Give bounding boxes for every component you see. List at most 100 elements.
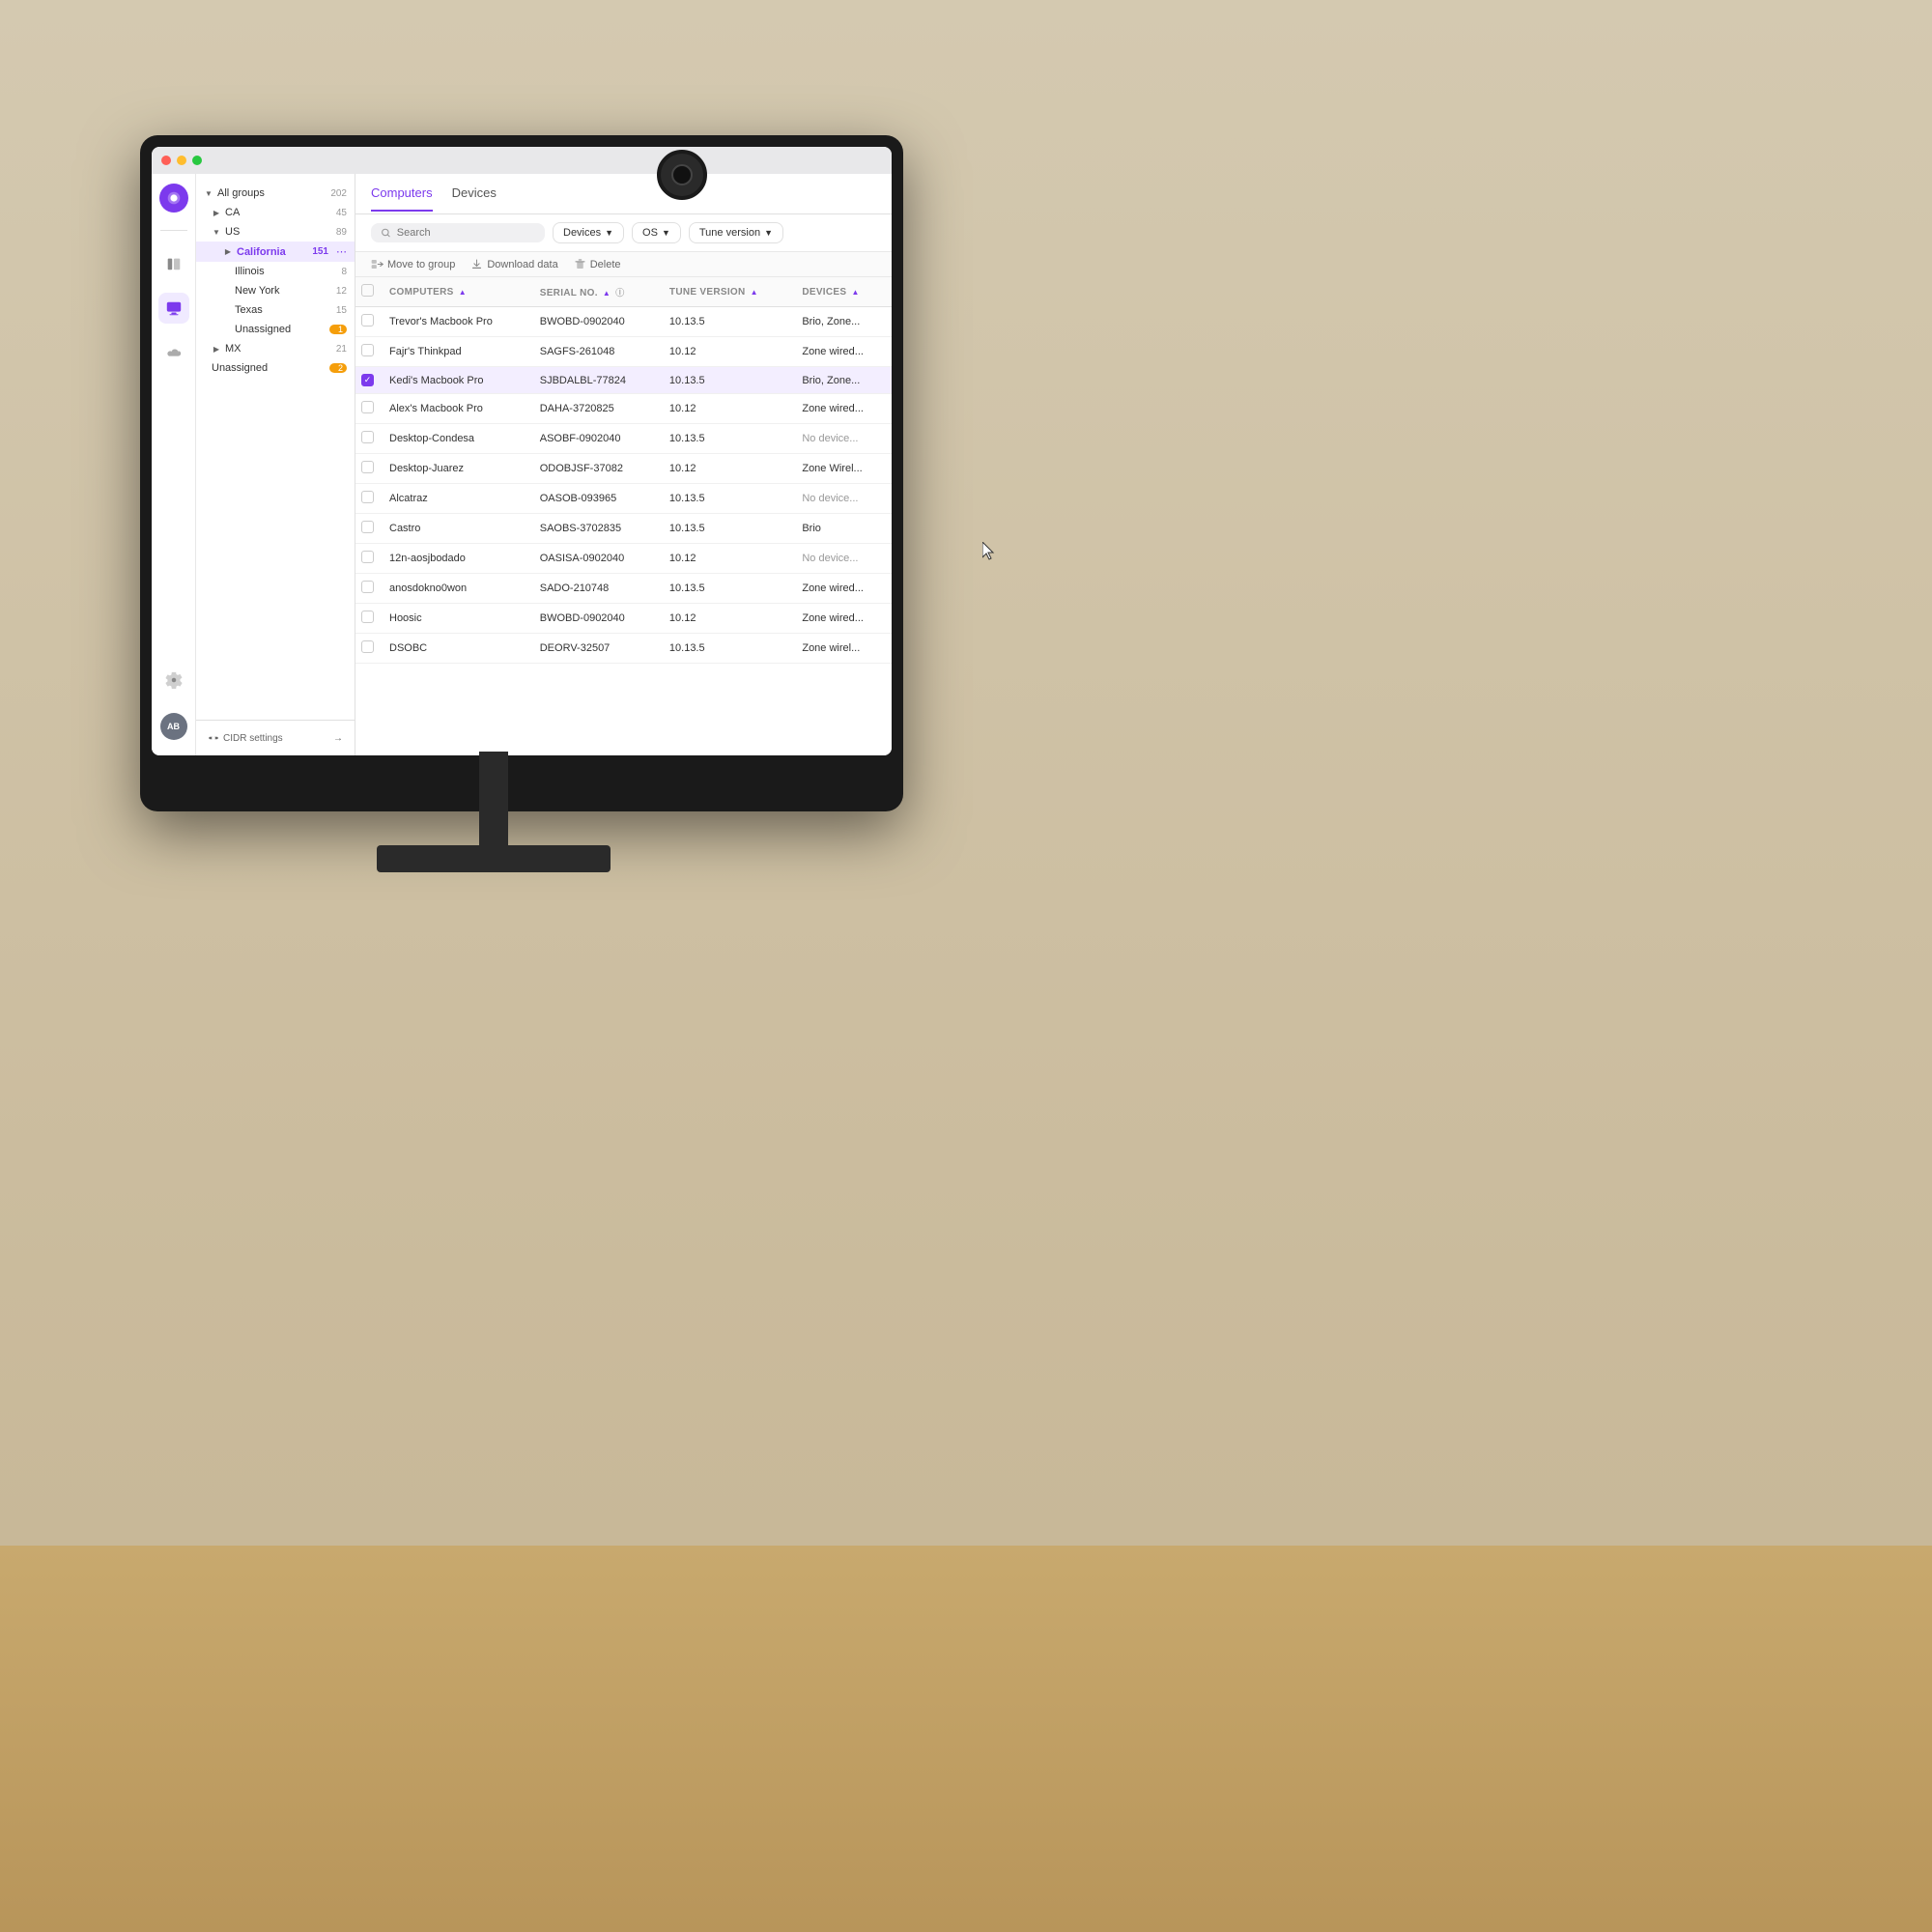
search-box[interactable]: [371, 223, 545, 242]
serial-sort-arrow: ▲: [603, 289, 611, 298]
row-checkbox-cell[interactable]: [355, 394, 380, 424]
row-checkbox-cell[interactable]: [355, 337, 380, 367]
table-row[interactable]: Hoosic BWOBD-0902040 10.12 Zone wired...: [355, 604, 892, 634]
tab-devices[interactable]: Devices: [452, 176, 497, 212]
table-row[interactable]: DSOBC DEORV-32507 10.13.5 Zone wirel...: [355, 634, 892, 664]
row-checkbox[interactable]: [361, 344, 374, 356]
row-devices: Brio, Zone...: [792, 307, 892, 337]
row-checkbox-cell[interactable]: [355, 544, 380, 574]
tree-item-texas[interactable]: Texas 15: [196, 300, 355, 320]
row-devices: Zone wirel...: [792, 634, 892, 664]
user-avatar[interactable]: AB: [160, 713, 187, 740]
sidebar-nav-icons: AB: [152, 174, 196, 755]
table-row[interactable]: Fajr's Thinkpad SAGFS-261048 10.12 Zone …: [355, 337, 892, 367]
sidebar-tree: ▼ All groups 202 ▶ CA 45 ▼ US 89: [196, 174, 355, 755]
devices-filter-button[interactable]: Devices ▼: [553, 222, 624, 243]
row-checkbox[interactable]: [361, 314, 374, 327]
delete-button[interactable]: Delete: [574, 258, 621, 270]
os-close-dot: [161, 156, 171, 165]
monitor: AB ▼ All groups 202 ▶ CA 45: [140, 135, 903, 811]
mx-label: MX: [225, 343, 242, 355]
user-initials: AB: [167, 722, 180, 731]
search-input[interactable]: [397, 227, 535, 239]
row-tune-version: 10.13.5: [660, 634, 792, 664]
os-filter-button[interactable]: OS ▼: [632, 222, 681, 243]
row-checkbox[interactable]: [361, 551, 374, 563]
table-row[interactable]: Alcatraz OASOB-093965 10.13.5 No device.…: [355, 484, 892, 514]
move-to-group-label: Move to group: [387, 259, 455, 270]
download-data-button[interactable]: Download data: [470, 258, 557, 270]
row-tune-version: 10.12: [660, 544, 792, 574]
col-serial-no[interactable]: Serial No. ▲ ⓘ: [530, 277, 660, 307]
row-devices: Zone wired...: [792, 604, 892, 634]
row-checkbox[interactable]: [361, 640, 374, 653]
row-checkbox[interactable]: [361, 581, 374, 593]
tree-item-us[interactable]: ▼ US 89: [196, 222, 355, 242]
row-tune-version: 10.12: [660, 337, 792, 367]
row-checkbox-cell[interactable]: [355, 484, 380, 514]
tree-item-unassigned-us[interactable]: Unassigned 1: [196, 320, 355, 339]
table-row[interactable]: Desktop-Condesa ASOBF-0902040 10.13.5 No…: [355, 424, 892, 454]
table-row[interactable]: Alex's Macbook Pro DAHA-3720825 10.12 Zo…: [355, 394, 892, 424]
tune-version-filter-button[interactable]: Tune version ▼: [689, 222, 783, 243]
california-more-icon[interactable]: ⋯: [336, 245, 347, 258]
row-checkbox-cell[interactable]: [355, 604, 380, 634]
tree-all-groups[interactable]: ▼ All groups 202: [196, 184, 355, 203]
col-devices[interactable]: Devices ▲: [792, 277, 892, 307]
row-checkbox-cell[interactable]: [355, 514, 380, 544]
download-data-label: Download data: [487, 259, 557, 270]
row-serial-no: SAGFS-261048: [530, 337, 660, 367]
table-row[interactable]: Trevor's Macbook Pro BWOBD-0902040 10.13…: [355, 307, 892, 337]
app-logo[interactable]: [159, 184, 188, 213]
tree-item-mx[interactable]: ▶ MX 21: [196, 339, 355, 358]
row-checkbox-cell[interactable]: ✓: [355, 367, 380, 394]
row-checkbox-cell[interactable]: [355, 454, 380, 484]
books-icon: [165, 255, 183, 272]
table-row[interactable]: anosdokno0won SADO-210748 10.13.5 Zone w…: [355, 574, 892, 604]
row-checkbox-cell[interactable]: [355, 574, 380, 604]
cidr-label: CIDR settings: [223, 733, 283, 744]
row-checkbox[interactable]: [361, 401, 374, 413]
row-computer-name: DSOBC: [380, 634, 530, 664]
computer-icon: [165, 299, 183, 317]
tune-sort-arrow: ▲: [751, 288, 758, 297]
row-checkbox[interactable]: [361, 431, 374, 443]
row-checkbox-cell[interactable]: [355, 307, 380, 337]
tree-item-illinois[interactable]: Illinois 8: [196, 262, 355, 281]
select-all-header[interactable]: [355, 277, 380, 307]
sidebar-item-computers[interactable]: [158, 293, 189, 324]
tree-item-california[interactable]: ▶ California 151 ⋯: [196, 242, 355, 262]
table-row[interactable]: ✓ Kedi's Macbook Pro SJBDALBL-77824 10.1…: [355, 367, 892, 394]
table-row[interactable]: Desktop-Juarez ODOBJSF-37082 10.12 Zone …: [355, 454, 892, 484]
row-computer-name: Desktop-Juarez: [380, 454, 530, 484]
cidr-settings-button[interactable]: CIDR settings →: [204, 728, 347, 748]
select-all-checkbox[interactable]: [361, 284, 374, 297]
row-checkbox[interactable]: [361, 491, 374, 503]
row-checkbox-cell[interactable]: [355, 424, 380, 454]
unassigned-root-label: Unassigned: [212, 362, 268, 374]
tree-item-new-york[interactable]: New York 12: [196, 281, 355, 300]
app-layout: AB ▼ All groups 202 ▶ CA 45: [152, 174, 892, 755]
row-checkbox[interactable]: [361, 611, 374, 623]
sidebar-item-cloud[interactable]: [158, 337, 189, 368]
col-tune-version[interactable]: Tune Version ▲: [660, 277, 792, 307]
texas-count: 15: [329, 305, 347, 316]
row-checkbox-cell[interactable]: [355, 634, 380, 664]
row-checkbox[interactable]: [361, 521, 374, 533]
row-serial-no: DEORV-32507: [530, 634, 660, 664]
row-serial-no: BWOBD-0902040: [530, 307, 660, 337]
row-checkbox[interactable]: [361, 461, 374, 473]
settings-button[interactable]: [160, 667, 187, 694]
tree-item-unassigned-root[interactable]: Unassigned 2: [196, 358, 355, 378]
sidebar-item-books[interactable]: [158, 248, 189, 279]
row-serial-no: ODOBJSF-37082: [530, 454, 660, 484]
us-expand-arrow: ▼: [212, 227, 221, 237]
cloud-icon: [165, 344, 183, 361]
row-checkbox[interactable]: ✓: [361, 374, 374, 386]
move-to-group-button[interactable]: Move to group: [371, 258, 455, 270]
col-computers[interactable]: Computers ▲: [380, 277, 530, 307]
table-row[interactable]: Castro SAOBS-3702835 10.13.5 Brio: [355, 514, 892, 544]
tree-item-ca[interactable]: ▶ CA 45: [196, 203, 355, 222]
tab-computers[interactable]: Computers: [371, 176, 433, 212]
table-row[interactable]: 12n-aosjbodado OASISA-0902040 10.12 No d…: [355, 544, 892, 574]
